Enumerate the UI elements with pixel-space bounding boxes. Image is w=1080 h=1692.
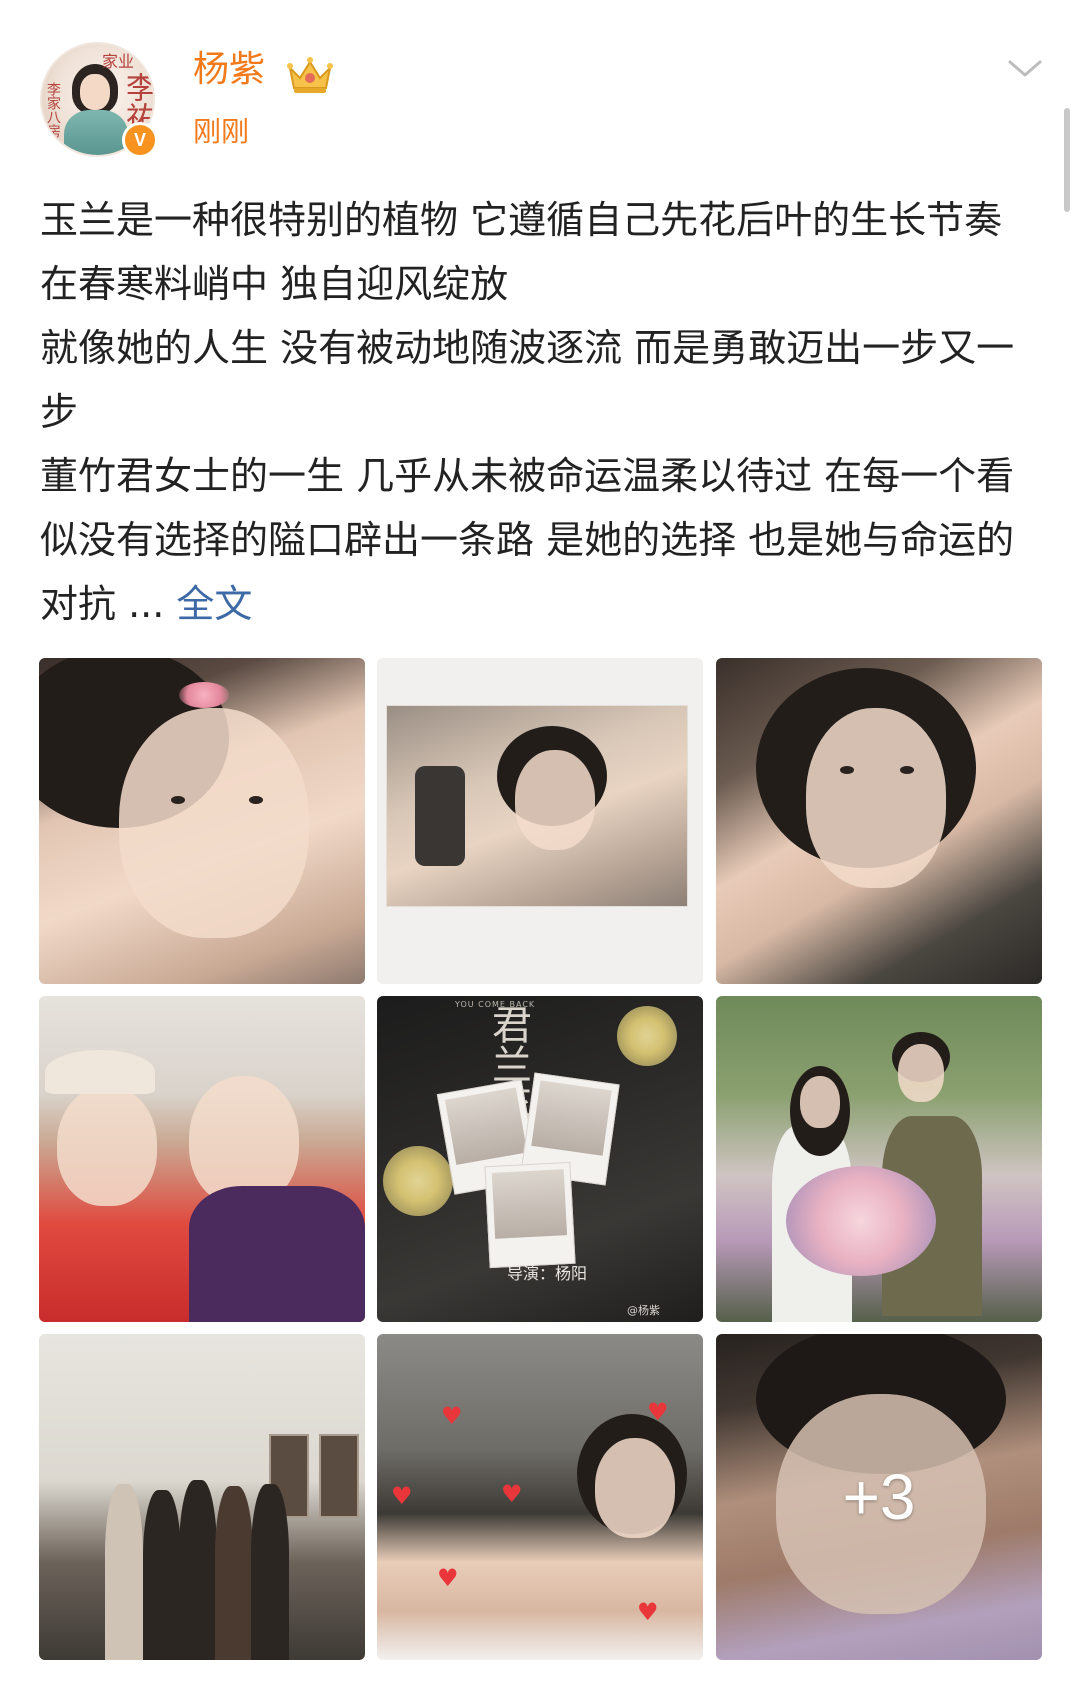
avatar-figure-face (80, 74, 110, 110)
flower-bouquet (786, 1166, 936, 1276)
heart-sticker: ♥ (647, 1398, 669, 1426)
flower-decoration (617, 1006, 677, 1066)
polaroid-photo (387, 706, 687, 906)
cap-shape (45, 1050, 155, 1094)
post-image-4[interactable] (39, 996, 365, 1322)
heart-sticker: ♥ (391, 1482, 413, 1510)
person-figure (179, 1480, 217, 1660)
image-eye (900, 766, 914, 774)
person-figure (215, 1486, 253, 1660)
building-window (319, 1434, 359, 1518)
post-paragraph-1: 玉兰是一种很特别的植物 它遵循自己先花后叶的生长节奏 在春寒料峭中 独自迎风绽放 (40, 198, 1003, 306)
image-face (595, 1438, 675, 1538)
post-image-2[interactable] (377, 658, 703, 984)
person-figure (251, 1484, 289, 1660)
image-face (800, 1076, 840, 1128)
post-image-9[interactable]: +3 (716, 1334, 1042, 1660)
post-image-3[interactable] (716, 658, 1042, 984)
image-watermark: @杨紫 (627, 1304, 660, 1317)
image-face (806, 708, 946, 888)
avatar-text-side: 李家八房 (45, 82, 61, 138)
image-face (57, 1086, 157, 1206)
image-eye (249, 796, 263, 804)
full-text-link[interactable]: 全文 (176, 582, 252, 626)
post-image-5[interactable]: YOU COME BACK 君兰花开 导演：杨阳 @杨紫 (377, 996, 703, 1322)
post-image-7[interactable] (39, 1334, 365, 1660)
phone-shape (415, 766, 465, 866)
mini-polaroid (484, 1161, 576, 1269)
heart-sticker: ♥ (637, 1598, 659, 1626)
sticker-sparkle (179, 682, 229, 708)
post-image-6[interactable] (716, 996, 1042, 1322)
image-face (515, 750, 595, 850)
crown-icon[interactable] (284, 54, 336, 96)
post-paragraph-3: 董竹君女士的一生 几乎从未被命运温柔以待过 在每一个看似没有选择的隘口辟出一条路… (40, 444, 1050, 636)
image-face (898, 1044, 944, 1102)
image-eye (171, 796, 185, 804)
post-text: 玉兰是一种很特别的植物 它遵循自己先花后叶的生长节奏 在春寒料峭中 独自迎风绽放… (40, 188, 1050, 636)
flower-decoration (383, 1146, 453, 1216)
post-image-1[interactable] (39, 658, 365, 984)
verified-badge-icon: V (122, 122, 158, 158)
scrollbar[interactable] (1064, 108, 1070, 212)
image-face (119, 708, 309, 938)
heart-sticker: ♥ (437, 1564, 459, 1592)
person-figure (105, 1484, 143, 1660)
heart-sticker: ♥ (501, 1480, 523, 1508)
post-timestamp: 刚刚 (193, 115, 250, 148)
chevron-down-icon[interactable] (1006, 56, 1044, 80)
person-figure (143, 1490, 181, 1660)
author-name[interactable]: 杨紫 (193, 52, 265, 88)
director-credit: 导演：杨阳 (507, 1264, 588, 1283)
more-images-count[interactable]: +3 (716, 1334, 1042, 1660)
heart-sticker: ♥ (441, 1402, 463, 1430)
purple-shirt (189, 1186, 365, 1322)
avatar-figure-body (64, 110, 128, 155)
post-paragraph-2: 就像她的人生 没有被动地随波逐流 而是勇敢迈出一步又一步 (40, 326, 1015, 434)
avatar-text-top: 家业 (102, 52, 135, 71)
image-eye (840, 766, 854, 774)
post-image-8[interactable]: ♥ ♥ ♥ ♥ ♥ ♥ (377, 1334, 703, 1660)
